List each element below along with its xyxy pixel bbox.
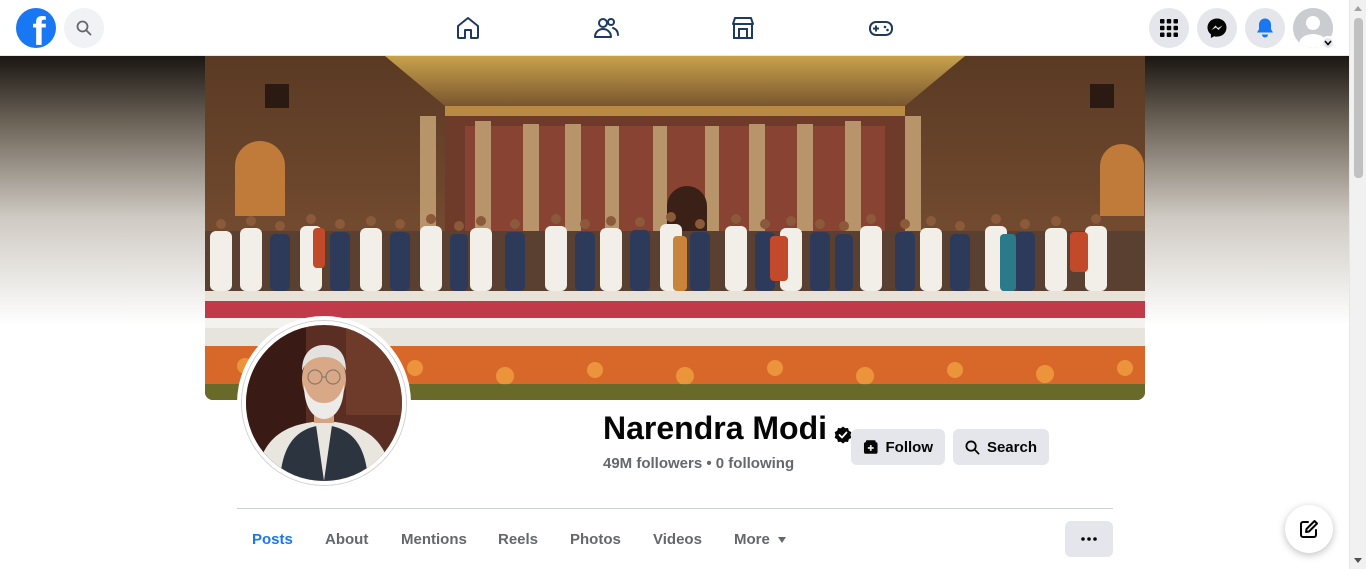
scroll-down-arrow-icon[interactable] xyxy=(1354,558,1362,563)
chevron-down-icon xyxy=(1321,36,1335,50)
facebook-logo[interactable]: f xyxy=(16,8,56,48)
tab-photos-label: Photos xyxy=(570,531,621,548)
verified-badge-icon xyxy=(834,426,852,444)
facebook-logo-letter: f xyxy=(32,10,46,48)
ellipsis-icon xyxy=(1081,537,1097,541)
notifications-bell-icon xyxy=(1257,18,1273,38)
tab-videos[interactable]: Videos xyxy=(653,521,702,558)
tab-posts[interactable]: Posts xyxy=(252,521,293,558)
tab-more[interactable]: More xyxy=(734,521,786,558)
scrollbar-thumb[interactable] xyxy=(1354,18,1363,178)
home-icon xyxy=(457,17,479,39)
more-options-button[interactable] xyxy=(1065,521,1113,557)
search-icon xyxy=(965,440,980,454)
notifications-button[interactable] xyxy=(1245,8,1285,48)
tab-posts-label: Posts xyxy=(252,531,293,548)
messenger-button[interactable] xyxy=(1197,8,1237,48)
friends-icon xyxy=(594,18,619,38)
follow-icon xyxy=(863,440,878,454)
tab-more-label: More xyxy=(734,531,770,548)
nav-home-button[interactable] xyxy=(448,8,488,48)
nav-friends-button[interactable] xyxy=(586,8,626,48)
tab-photos[interactable]: Photos xyxy=(570,521,621,558)
search-button[interactable] xyxy=(64,8,104,48)
new-message-button[interactable] xyxy=(1285,505,1333,553)
follow-label: Follow xyxy=(885,438,934,456)
tab-videos-label: Videos xyxy=(653,531,702,548)
menu-button[interactable] xyxy=(1149,8,1189,48)
tab-reels[interactable]: Reels xyxy=(498,521,538,558)
gaming-icon xyxy=(869,21,893,36)
follower-count[interactable]: 49M followers • 0 following xyxy=(603,455,794,472)
top-navigation-bar: f xyxy=(0,0,1349,56)
search-label: Search xyxy=(986,438,1037,456)
tab-mentions[interactable]: Mentions xyxy=(401,521,467,558)
tab-about-label: About xyxy=(325,531,369,548)
account-button[interactable] xyxy=(1293,8,1335,50)
nav-gaming-button[interactable] xyxy=(861,8,901,48)
search-profile-button[interactable]: Search xyxy=(953,429,1049,465)
caret-down-icon xyxy=(777,536,786,543)
nav-marketplace-button[interactable] xyxy=(723,8,763,48)
messenger-icon xyxy=(1207,18,1227,38)
compose-icon xyxy=(1300,520,1318,538)
page-title: Narendra Modi xyxy=(603,410,828,446)
profile-photo-image xyxy=(246,325,402,481)
scroll-up-arrow-icon[interactable] xyxy=(1354,6,1362,11)
profile-picture[interactable] xyxy=(237,316,411,490)
marketplace-icon xyxy=(732,17,754,39)
follow-button[interactable]: Follow xyxy=(851,429,945,465)
menu-grid-icon xyxy=(1160,19,1178,37)
tab-reels-label: Reels xyxy=(498,531,539,548)
page-scrollbar[interactable] xyxy=(1349,0,1366,569)
section-divider xyxy=(237,508,1113,509)
tab-about[interactable]: About xyxy=(325,521,368,558)
tab-mentions-label: Mentions xyxy=(401,531,467,548)
search-icon xyxy=(76,20,92,36)
